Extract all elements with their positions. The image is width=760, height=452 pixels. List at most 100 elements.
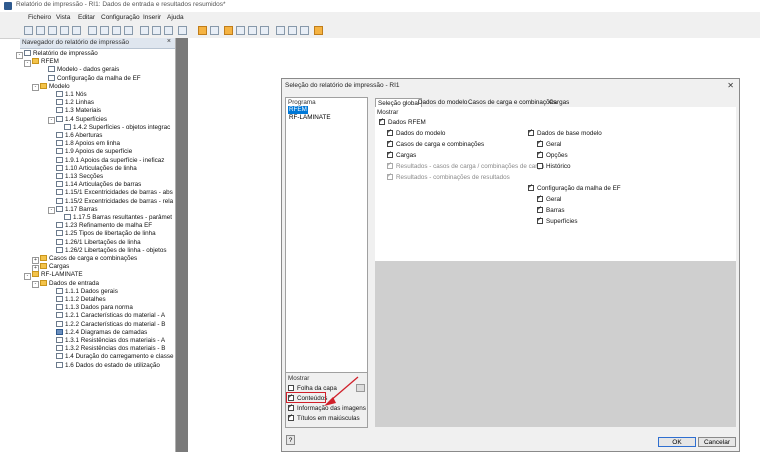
help-button[interactable]: ? xyxy=(286,435,295,445)
zoom-in-icon[interactable] xyxy=(152,26,161,35)
new-icon[interactable] xyxy=(24,26,33,35)
tree-item[interactable]: RF-LAMINATE xyxy=(32,271,83,279)
expand-icon[interactable]: + xyxy=(32,256,39,264)
tree-item[interactable]: 1.2.4 Diagramas de camadas xyxy=(56,328,147,337)
tree-item[interactable]: 1.9.1 Apoios da superfície - ineficaz xyxy=(56,156,164,165)
mesh-surfaces-checkbox[interactable]: Superfícies xyxy=(537,216,578,226)
base-model-data-checkbox[interactable]: Dados de base modelo xyxy=(528,128,602,138)
tree-item[interactable]: 1.3.1 Resistências dos materiais - A xyxy=(56,337,165,345)
tree-item[interactable]: 1.26/1 Libertações de linha xyxy=(56,238,141,247)
tree-item[interactable]: 1.17.5 Barras resultantes - parâmet xyxy=(64,214,172,222)
tree-item[interactable]: 1.13 Secções xyxy=(56,173,103,181)
ok-button[interactable]: OK xyxy=(658,437,696,447)
tree-item[interactable]: Relatório de impressão xyxy=(24,50,98,58)
zoom-out-icon[interactable] xyxy=(164,26,173,35)
graphics-icon[interactable] xyxy=(210,26,219,35)
settings-icon[interactable] xyxy=(178,26,187,35)
last-page-icon[interactable] xyxy=(124,26,133,35)
tree-item[interactable]: 1.10 Articulações de linha xyxy=(56,164,137,173)
tree-item[interactable]: Configuração da malha de EF xyxy=(48,74,141,83)
collapse-icon[interactable]: - xyxy=(24,272,31,280)
tree-item[interactable]: 1.2 Linhas xyxy=(56,99,94,107)
tree-item[interactable]: 1.4 Superfícies xyxy=(56,115,107,124)
zoom-icon[interactable] xyxy=(140,26,149,35)
print-icon[interactable] xyxy=(60,26,69,35)
uppercase-titles-checkbox[interactable]: Títulos em maiúsculas xyxy=(288,413,360,423)
page-3-icon[interactable] xyxy=(260,26,269,35)
close-icon[interactable]: ✕ xyxy=(727,81,734,90)
tree-item[interactable]: 1.8 Apoios em linha xyxy=(56,140,120,148)
next-page-icon[interactable] xyxy=(112,26,121,35)
tree-item[interactable]: 1.14 Articulações de barras xyxy=(56,181,141,189)
tree-item[interactable]: Modelo xyxy=(40,82,70,91)
collapse-icon[interactable]: - xyxy=(32,281,39,289)
prev-page-icon[interactable] xyxy=(100,26,109,35)
tree-item[interactable]: 1.1.2 Detalhes xyxy=(56,296,106,304)
collapse-icon[interactable]: - xyxy=(16,51,23,59)
tree-item[interactable]: 1.1.3 Dados para norma xyxy=(56,304,133,312)
tree-item[interactable]: 1.17 Barras xyxy=(56,205,98,214)
results-load-cases-checkbox[interactable]: Resultados - casos de carga / combinaçõe… xyxy=(387,161,544,171)
loads-checkbox[interactable]: Cargas xyxy=(387,150,416,160)
collapse-icon[interactable]: - xyxy=(24,59,31,67)
cancel-button[interactable]: Cancelar xyxy=(698,437,736,447)
collapse-icon[interactable]: - xyxy=(32,84,39,92)
tree-item[interactable]: 1.25 Tipos de libertação de linha xyxy=(56,230,156,238)
mesh-general-checkbox[interactable]: Geral xyxy=(537,194,561,204)
tree-item[interactable]: 1.9 Apoios de superfície xyxy=(56,148,132,156)
mesh-config-checkbox[interactable]: Configuração da malha de EF xyxy=(528,183,621,193)
tab-casos-de-carga[interactable]: Casos de carga e combinações xyxy=(466,98,558,107)
menu-ajuda[interactable]: Ajuda xyxy=(167,14,184,21)
options-checkbox[interactable]: Opções xyxy=(537,150,568,160)
program-item-rf-laminate[interactable]: RF-LAMINATE xyxy=(288,114,332,122)
save-icon[interactable] xyxy=(48,26,57,35)
tree-item[interactable]: 1.2.2 Características do material - B xyxy=(56,320,165,329)
program-item-rfem[interactable]: RFEM xyxy=(288,106,308,114)
page-icon[interactable] xyxy=(236,26,245,35)
collapse-icon[interactable]: - xyxy=(48,117,55,125)
tree-item[interactable]: Dados de entrada xyxy=(40,279,99,288)
tree-item[interactable]: 1.1 Nós xyxy=(56,91,87,99)
close-icon[interactable]: × xyxy=(167,38,171,45)
open-icon[interactable] xyxy=(36,26,45,35)
cover-page-icon[interactable] xyxy=(224,26,233,35)
load-cases-checkbox[interactable]: Casos de carga e combinações xyxy=(387,139,484,149)
tool-3-icon[interactable] xyxy=(300,26,309,35)
tree-item[interactable]: 1.15/1 Excentricidades de barras - abs xyxy=(56,189,173,197)
tree-item[interactable]: 1.6 Dados do estado de utilização xyxy=(56,361,160,370)
tree-item[interactable]: 1.3 Materiais xyxy=(56,107,101,115)
tree-item[interactable]: 1.2.1 Características do material - A xyxy=(56,312,165,320)
menu-inserir[interactable]: Inserir xyxy=(143,14,161,21)
tree-item[interactable]: Casos de carga e combinações xyxy=(40,255,137,263)
page-2-icon[interactable] xyxy=(248,26,257,35)
history-checkbox[interactable]: Histórico xyxy=(537,162,571,171)
first-page-icon[interactable] xyxy=(88,26,97,35)
general-checkbox[interactable]: Geral xyxy=(537,139,561,149)
tree-item[interactable]: Cargas xyxy=(40,263,69,271)
refresh-icon[interactable] xyxy=(72,26,81,35)
menu-ficheiro[interactable]: Ficheiro xyxy=(28,14,51,21)
tree-item[interactable]: 1.4.2 Superfícies - objetos integrac xyxy=(64,123,170,132)
tree-item[interactable]: 1.1.1 Dados gerais xyxy=(56,287,118,296)
tree-item[interactable]: 1.4 Duração do carregamento e classe xyxy=(56,353,174,361)
selection-icon[interactable] xyxy=(198,26,207,35)
results-combinations-checkbox[interactable]: Resultados - combinações de resultados xyxy=(387,172,510,182)
tree-item[interactable]: 1.6 Aberturas xyxy=(56,132,102,140)
tab-cargas[interactable]: Cargas xyxy=(547,98,571,107)
tool-2-icon[interactable] xyxy=(288,26,297,35)
collapse-icon[interactable]: - xyxy=(48,207,55,215)
export-icon[interactable] xyxy=(314,26,323,35)
tool-1-icon[interactable] xyxy=(276,26,285,35)
menu-configuracao[interactable]: Configuração xyxy=(101,14,140,21)
tree-item[interactable]: Modelo - dados gerais xyxy=(48,66,119,74)
tree-item[interactable]: 1.26/2 Libertações de linha - objetos xyxy=(56,246,167,255)
model-data-checkbox[interactable]: Dados do modelo xyxy=(387,128,445,138)
mesh-members-checkbox[interactable]: Barras xyxy=(537,205,565,215)
menu-editar[interactable]: Editar xyxy=(78,14,95,21)
menu-vista[interactable]: Vista xyxy=(56,14,70,21)
tab-dados-do-modelo[interactable]: Dados do modelo xyxy=(416,98,469,107)
tree-item[interactable]: 1.23 Refinamento de malha EF xyxy=(56,222,152,230)
tree-item[interactable]: RFEM xyxy=(32,58,59,66)
rfem-data-checkbox[interactable]: Dados RFEM xyxy=(379,117,426,127)
tree-item[interactable]: 1.3.2 Resistências dos materiais - B xyxy=(56,345,165,353)
